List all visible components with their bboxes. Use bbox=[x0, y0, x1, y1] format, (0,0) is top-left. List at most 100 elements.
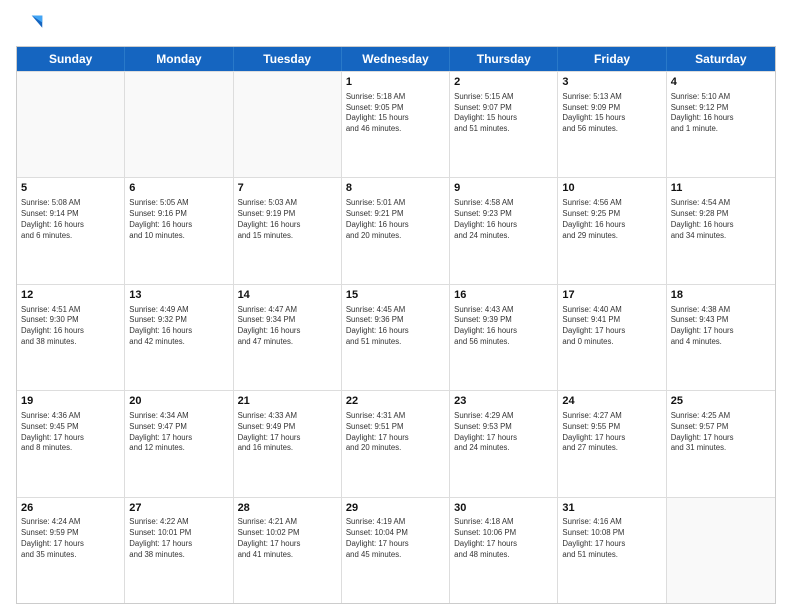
cell-text: Sunrise: 4:21 AM Sunset: 10:02 PM Daylig… bbox=[238, 517, 337, 560]
calendar-cell: 31Sunrise: 4:16 AM Sunset: 10:08 PM Dayl… bbox=[558, 498, 666, 603]
day-number: 29 bbox=[346, 501, 445, 516]
calendar-header-cell: Saturday bbox=[667, 47, 775, 71]
day-number: 21 bbox=[238, 394, 337, 409]
cell-text: Sunrise: 4:36 AM Sunset: 9:45 PM Dayligh… bbox=[21, 411, 120, 454]
calendar-cell: 17 Sunrise: 4:40 AM Sunset: 9:41 PM Dayli… bbox=[558, 285, 666, 390]
calendar-cell: 3 Sunrise: 5:13 AM Sunset: 9:09 PM Daylig… bbox=[558, 72, 666, 177]
day-number: 10 bbox=[562, 181, 661, 196]
cell-text: Sunrise: 5:18 AM Sunset: 9:05 PM Dayligh… bbox=[346, 92, 445, 135]
day-number: 8 bbox=[346, 181, 445, 196]
page: SundayMondayTuesdayWednesdayThursdayFrid… bbox=[0, 0, 792, 612]
day-number: 25 bbox=[671, 394, 771, 409]
calendar-cell: 20 Sunrise: 4:34 AM Sunset: 9:47 PM Dayli… bbox=[125, 391, 233, 496]
day-number: 31 bbox=[562, 501, 661, 516]
day-number: 13 bbox=[129, 288, 228, 303]
calendar-header-cell: Sunday bbox=[17, 47, 125, 71]
cell-text: Sunrise: 4:54 AM Sunset: 9:28 PM Dayligh… bbox=[671, 198, 771, 241]
day-number: 3 bbox=[562, 75, 661, 90]
cell-text: Sunrise: 4:56 AM Sunset: 9:25 PM Dayligh… bbox=[562, 198, 661, 241]
calendar-cell: 25 Sunrise: 4:25 AM Sunset: 9:57 PM Dayli… bbox=[667, 391, 775, 496]
day-number: 17 bbox=[562, 288, 661, 303]
calendar-header-cell: Wednesday bbox=[342, 47, 450, 71]
cell-text: Sunrise: 4:58 AM Sunset: 9:23 PM Dayligh… bbox=[454, 198, 553, 241]
calendar-cell: 28Sunrise: 4:21 AM Sunset: 10:02 PM Dayl… bbox=[234, 498, 342, 603]
calendar-cell: 24 Sunrise: 4:27 AM Sunset: 9:55 PM Dayli… bbox=[558, 391, 666, 496]
calendar-cell: 18 Sunrise: 4:38 AM Sunset: 9:43 PM Dayli… bbox=[667, 285, 775, 390]
calendar-body: 1Sunrise: 5:18 AM Sunset: 9:05 PM Daylig… bbox=[17, 71, 775, 603]
cell-text: Sunrise: 4:27 AM Sunset: 9:55 PM Dayligh… bbox=[562, 411, 661, 454]
cell-text: Sunrise: 4:43 AM Sunset: 9:39 PM Dayligh… bbox=[454, 305, 553, 348]
calendar-row: 5 Sunrise: 5:08 AM Sunset: 9:14 PM Daylig… bbox=[17, 177, 775, 283]
calendar-cell: 9 Sunrise: 4:58 AM Sunset: 9:23 PM Daylig… bbox=[450, 178, 558, 283]
calendar-row: 19 Sunrise: 4:36 AM Sunset: 9:45 PM Dayli… bbox=[17, 390, 775, 496]
calendar-cell: 16 Sunrise: 4:43 AM Sunset: 9:39 PM Dayli… bbox=[450, 285, 558, 390]
calendar-cell: 30Sunrise: 4:18 AM Sunset: 10:06 PM Dayl… bbox=[450, 498, 558, 603]
calendar-cell: 1Sunrise: 5:18 AM Sunset: 9:05 PM Daylig… bbox=[342, 72, 450, 177]
calendar-cell: 26Sunrise: 4:24 AM Sunset: 9:59 PM Dayli… bbox=[17, 498, 125, 603]
logo bbox=[16, 12, 48, 40]
day-number: 11 bbox=[671, 181, 771, 196]
calendar-row: 26Sunrise: 4:24 AM Sunset: 9:59 PM Dayli… bbox=[17, 497, 775, 603]
day-number: 26 bbox=[21, 501, 120, 516]
cell-text: Sunrise: 4:34 AM Sunset: 9:47 PM Dayligh… bbox=[129, 411, 228, 454]
calendar: SundayMondayTuesdayWednesdayThursdayFrid… bbox=[16, 46, 776, 604]
calendar-cell: 10 Sunrise: 4:56 AM Sunset: 9:25 PM Dayli… bbox=[558, 178, 666, 283]
day-number: 23 bbox=[454, 394, 553, 409]
cell-text: Sunrise: 5:05 AM Sunset: 9:16 PM Dayligh… bbox=[129, 198, 228, 241]
calendar-cell: 2Sunrise: 5:15 AM Sunset: 9:07 PM Daylig… bbox=[450, 72, 558, 177]
calendar-header-cell: Tuesday bbox=[234, 47, 342, 71]
calendar-cell: 22 Sunrise: 4:31 AM Sunset: 9:51 PM Dayli… bbox=[342, 391, 450, 496]
cell-text: Sunrise: 4:29 AM Sunset: 9:53 PM Dayligh… bbox=[454, 411, 553, 454]
cell-text: Sunrise: 5:03 AM Sunset: 9:19 PM Dayligh… bbox=[238, 198, 337, 241]
cell-text: Sunrise: 4:33 AM Sunset: 9:49 PM Dayligh… bbox=[238, 411, 337, 454]
calendar-cell: 7Sunrise: 5:03 AM Sunset: 9:19 PM Daylig… bbox=[234, 178, 342, 283]
calendar-cell: 23 Sunrise: 4:29 AM Sunset: 9:53 PM Dayli… bbox=[450, 391, 558, 496]
calendar-cell: 27Sunrise: 4:22 AM Sunset: 10:01 PM Dayl… bbox=[125, 498, 233, 603]
calendar-cell: 19 Sunrise: 4:36 AM Sunset: 9:45 PM Dayli… bbox=[17, 391, 125, 496]
calendar-cell: 12Sunrise: 4:51 AM Sunset: 9:30 PM Dayli… bbox=[17, 285, 125, 390]
cell-text: Sunrise: 4:45 AM Sunset: 9:36 PM Dayligh… bbox=[346, 305, 445, 348]
cell-text: Sunrise: 4:51 AM Sunset: 9:30 PM Dayligh… bbox=[21, 305, 120, 348]
cell-text: Sunrise: 4:18 AM Sunset: 10:06 PM Daylig… bbox=[454, 517, 553, 560]
day-number: 30 bbox=[454, 501, 553, 516]
cell-text: Sunrise: 5:13 AM Sunset: 9:09 PM Dayligh… bbox=[562, 92, 661, 135]
day-number: 6 bbox=[129, 181, 228, 196]
day-number: 5 bbox=[21, 181, 120, 196]
calendar-cell: 4Sunrise: 5:10 AM Sunset: 9:12 PM Daylig… bbox=[667, 72, 775, 177]
day-number: 20 bbox=[129, 394, 228, 409]
cell-text: Sunrise: 4:40 AM Sunset: 9:41 PM Dayligh… bbox=[562, 305, 661, 348]
day-number: 19 bbox=[21, 394, 120, 409]
cell-text: Sunrise: 4:25 AM Sunset: 9:57 PM Dayligh… bbox=[671, 411, 771, 454]
day-number: 18 bbox=[671, 288, 771, 303]
day-number: 24 bbox=[562, 394, 661, 409]
calendar-row: 1Sunrise: 5:18 AM Sunset: 9:05 PM Daylig… bbox=[17, 71, 775, 177]
calendar-cell: 13 Sunrise: 4:49 AM Sunset: 9:32 PM Dayli… bbox=[125, 285, 233, 390]
cell-text: Sunrise: 4:49 AM Sunset: 9:32 PM Dayligh… bbox=[129, 305, 228, 348]
day-number: 9 bbox=[454, 181, 553, 196]
cell-text: Sunrise: 4:24 AM Sunset: 9:59 PM Dayligh… bbox=[21, 517, 120, 560]
day-number: 28 bbox=[238, 501, 337, 516]
calendar-cell: 21 Sunrise: 4:33 AM Sunset: 9:49 PM Dayli… bbox=[234, 391, 342, 496]
calendar-cell: 8 Sunrise: 5:01 AM Sunset: 9:21 PM Daylig… bbox=[342, 178, 450, 283]
cell-text: Sunrise: 4:31 AM Sunset: 9:51 PM Dayligh… bbox=[346, 411, 445, 454]
cell-text: Sunrise: 4:38 AM Sunset: 9:43 PM Dayligh… bbox=[671, 305, 771, 348]
cell-text: Sunrise: 4:19 AM Sunset: 10:04 PM Daylig… bbox=[346, 517, 445, 560]
cell-text: Sunrise: 4:47 AM Sunset: 9:34 PM Dayligh… bbox=[238, 305, 337, 348]
calendar-cell bbox=[17, 72, 125, 177]
day-number: 27 bbox=[129, 501, 228, 516]
day-number: 16 bbox=[454, 288, 553, 303]
cell-text: Sunrise: 5:08 AM Sunset: 9:14 PM Dayligh… bbox=[21, 198, 120, 241]
calendar-cell: 11 Sunrise: 4:54 AM Sunset: 9:28 PM Dayli… bbox=[667, 178, 775, 283]
calendar-cell: 5 Sunrise: 5:08 AM Sunset: 9:14 PM Daylig… bbox=[17, 178, 125, 283]
day-number: 22 bbox=[346, 394, 445, 409]
calendar-row: 12Sunrise: 4:51 AM Sunset: 9:30 PM Dayli… bbox=[17, 284, 775, 390]
cell-text: Sunrise: 5:01 AM Sunset: 9:21 PM Dayligh… bbox=[346, 198, 445, 241]
day-number: 4 bbox=[671, 75, 771, 90]
calendar-header-cell: Monday bbox=[125, 47, 233, 71]
calendar-cell: 15 Sunrise: 4:45 AM Sunset: 9:36 PM Dayli… bbox=[342, 285, 450, 390]
day-number: 2 bbox=[454, 75, 553, 90]
calendar-header-cell: Friday bbox=[558, 47, 666, 71]
calendar-cell: 14Sunrise: 4:47 AM Sunset: 9:34 PM Dayli… bbox=[234, 285, 342, 390]
day-number: 15 bbox=[346, 288, 445, 303]
logo-icon bbox=[16, 12, 44, 40]
